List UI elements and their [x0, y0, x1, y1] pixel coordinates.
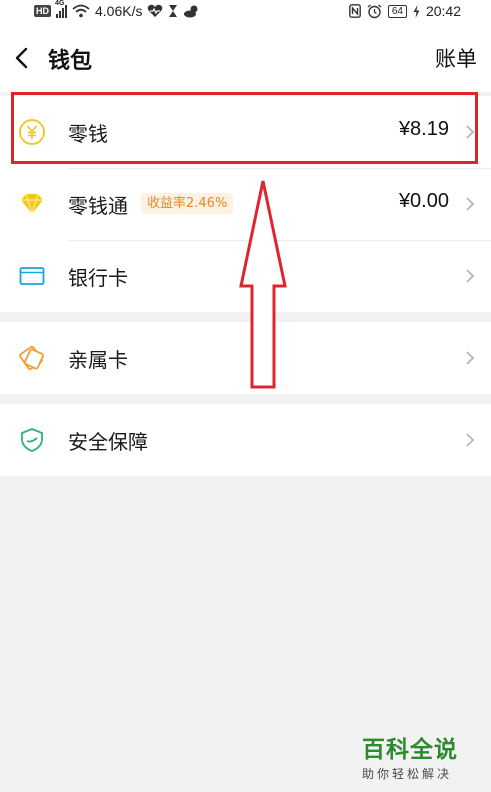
row-label: 银行卡 — [68, 266, 128, 290]
watermark-subtitle: 助你轻松解决 — [362, 767, 453, 781]
diamond-icon — [21, 193, 43, 216]
page-title: 钱包 — [48, 49, 93, 74]
highlight-box — [11, 92, 478, 164]
back-arrow-icon[interactable] — [12, 46, 32, 70]
cell-signal-icon: 4G — [55, 0, 67, 18]
hourglass-icon — [169, 5, 178, 17]
family-card-icon — [19, 345, 44, 371]
chevron-right-icon — [466, 433, 475, 447]
bill-button[interactable]: 账单 — [435, 43, 477, 73]
row-security[interactable]: 安全保障 — [0, 404, 491, 476]
status-bar: HD 4G 4.06K/s 64 20:42 — [0, 0, 491, 24]
row-label: 亲属卡 — [68, 348, 128, 372]
row-label: 零钱通 — [68, 194, 128, 218]
health-heart-icon — [148, 4, 163, 17]
up-arrow-annotation — [239, 180, 287, 389]
charging-icon — [413, 4, 420, 18]
watermark-title: 百科全说 — [362, 737, 458, 763]
shield-icon — [21, 428, 43, 452]
hd-indicator: HD — [34, 5, 51, 17]
chevron-right-icon — [466, 351, 475, 365]
wifi-icon — [72, 4, 90, 18]
network-speed: 4.06K/s — [95, 3, 143, 19]
network-gen-label: 4G — [55, 0, 65, 7]
watermark-logo: 百科全说 助你轻松解决 — [362, 730, 480, 786]
status-right: 64 20:42 — [348, 3, 461, 19]
yield-rate-badge: 收益率2.46% — [141, 193, 234, 214]
licaitong-balance: ¥0.00 — [398, 190, 449, 212]
security-section: 安全保障 — [0, 404, 491, 476]
status-left: HD 4G 4.06K/s — [34, 0, 201, 19]
alarm-icon — [367, 3, 382, 18]
chevron-right-icon — [466, 197, 475, 211]
clock: 20:42 — [425, 3, 461, 19]
weather-icon — [184, 5, 198, 18]
chevron-right-icon — [466, 269, 475, 283]
row-label: 安全保障 — [68, 430, 148, 454]
nfc-icon — [348, 4, 361, 18]
wallet-header: 钱包 账单 — [0, 24, 491, 92]
battery-level: 64 — [387, 4, 407, 18]
bank-card-icon — [19, 267, 45, 285]
